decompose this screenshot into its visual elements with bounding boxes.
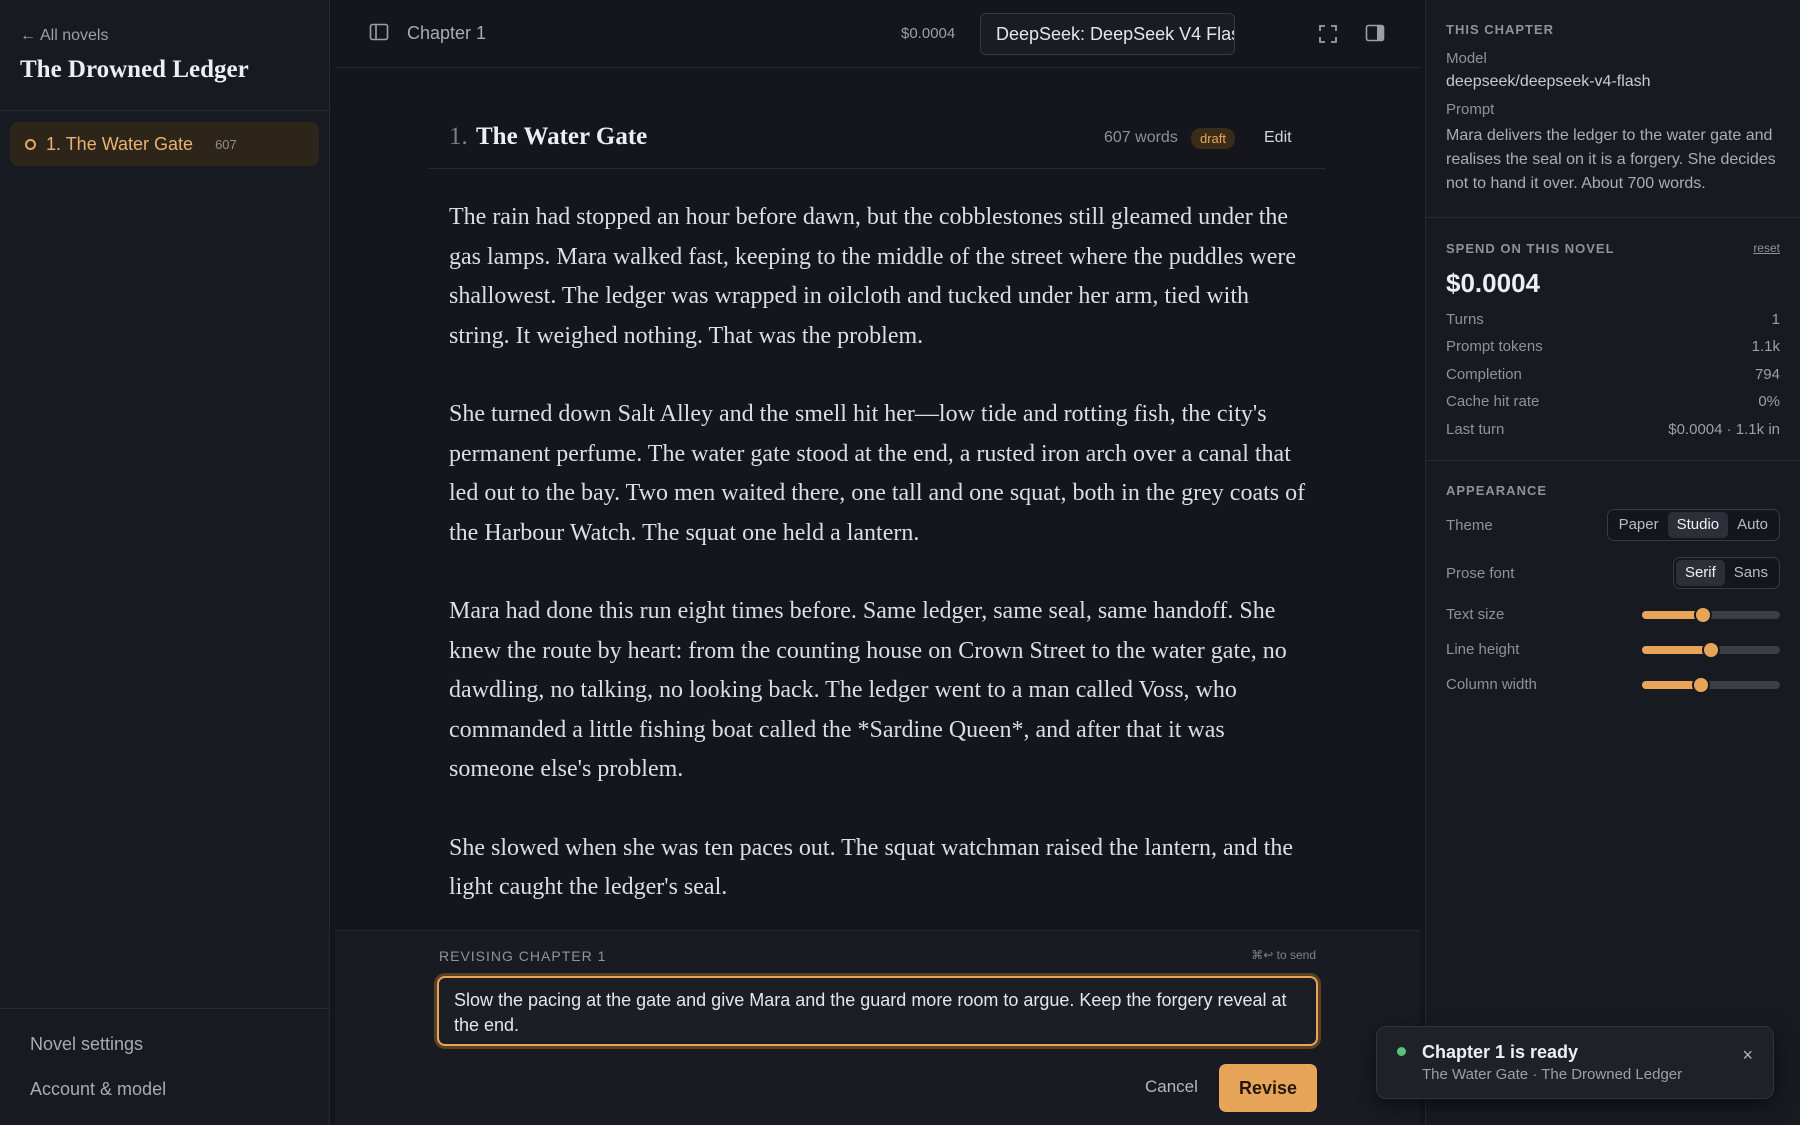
- line-height-slider[interactable]: [1642, 641, 1780, 659]
- status-badge: draft: [1191, 128, 1236, 149]
- stat-label: Completion: [1446, 366, 1522, 383]
- theme-option-studio[interactable]: Studio: [1667, 512, 1729, 538]
- toast-subtitle: The Water Gate · The Drowned Ledger: [1422, 1066, 1683, 1083]
- cost-label: $0.0004: [901, 25, 956, 42]
- appearance-heading: APPEARANCE: [1446, 483, 1548, 498]
- prose-font-selector: Serif Sans: [1672, 557, 1780, 589]
- sidebar-chapter-item[interactable]: 1. The Water Gate 607: [10, 122, 319, 166]
- novel-title: The Drowned Ledger: [20, 56, 249, 83]
- model-select[interactable]: DeepSeek: DeepSeek V4 Flash 0...: [980, 13, 1235, 55]
- revise-button[interactable]: Revise: [1219, 1064, 1317, 1112]
- stat-label: Prompt tokens: [1446, 338, 1543, 355]
- word-count: 607 words: [1104, 129, 1178, 146]
- breadcrumb: Chapter 1: [407, 23, 487, 43]
- theme-option-auto[interactable]: Auto: [1728, 512, 1777, 538]
- prose-paragraph: Mara had done this run eight times befor…: [449, 598, 1287, 782]
- right-panel: THIS CHAPTER Model deepseek/deepseek-v4-…: [1425, 0, 1800, 1125]
- chapter-number: 1.: [449, 123, 468, 150]
- slider-thumb[interactable]: [1693, 606, 1712, 624]
- column-width-slider[interactable]: [1642, 676, 1780, 694]
- top-bar: Chapter 1 $0.0004 DeepSeek: DeepSeek V4 …: [335, 0, 1420, 68]
- reset-link[interactable]: reset: [1753, 241, 1780, 255]
- stat-label: Turns: [1446, 311, 1484, 328]
- prose-font-label: Prose font: [1446, 565, 1515, 582]
- prose-paragraph: She turned down Salt Alley and the smell…: [449, 401, 1306, 546]
- novel-settings-link[interactable]: Novel settings: [30, 1034, 143, 1055]
- all-novels-label: All novels: [40, 27, 109, 44]
- all-novels-link[interactable]: ← All novels: [20, 27, 108, 45]
- divider: [1426, 460, 1800, 461]
- line-height-label: Line height: [1446, 641, 1520, 658]
- spend-total: $0.0004: [1446, 268, 1540, 298]
- text-size-label: Text size: [1446, 606, 1505, 623]
- spend-heading: SPEND ON THIS NOVEL: [1446, 241, 1615, 256]
- stat-value: 1.1k: [1751, 338, 1780, 355]
- arrow-left-icon: ←: [20, 27, 36, 44]
- stat-label: Last turn: [1446, 421, 1505, 438]
- prose-paragraph: The rain had stopped an hour before dawn…: [449, 204, 1297, 349]
- model-value: deepseek/deepseek-v4-flash: [1446, 73, 1651, 90]
- stat-value: 0%: [1758, 393, 1780, 410]
- prompt-label: Prompt: [1446, 101, 1495, 118]
- divider: [0, 1008, 329, 1009]
- chapter-header: 1. The Water Gate 607 words draft Edit: [428, 120, 1326, 169]
- edit-button[interactable]: Edit: [1264, 129, 1292, 147]
- stat-label: Cache hit rate: [1446, 393, 1540, 410]
- theme-selector: Paper Studio Auto: [1606, 509, 1780, 541]
- font-option-serif[interactable]: Serif: [1675, 560, 1725, 586]
- left-sidebar: ← All novels The Drowned Ledger 1. The W…: [0, 0, 330, 1125]
- stat-value: $0.0004 · 1.1k in: [1668, 421, 1780, 438]
- stat-value: 794: [1754, 366, 1780, 383]
- stat-value: 1: [1771, 311, 1780, 328]
- font-option-sans[interactable]: Sans: [1725, 560, 1777, 586]
- theme-option-paper[interactable]: Paper: [1610, 512, 1668, 538]
- column-width-label: Column width: [1446, 676, 1537, 693]
- text-size-slider[interactable]: [1642, 606, 1780, 624]
- slider-thumb[interactable]: [1692, 676, 1711, 694]
- chapter-status-icon: [25, 138, 36, 150]
- chapter-item-word-count: 607: [215, 136, 237, 152]
- this-chapter-heading: THIS CHAPTER: [1446, 22, 1555, 37]
- chapter-item-label: 1. The Water Gate: [46, 133, 194, 154]
- revise-label: REVISING CHAPTER 1: [439, 948, 607, 964]
- send-hint: ⌘↩ to send: [1251, 948, 1316, 962]
- cancel-button[interactable]: Cancel: [1145, 1077, 1198, 1097]
- toast-notification: Chapter 1 is ready The Water Gate · The …: [1376, 1026, 1774, 1099]
- prompt-value: Mara delivers the ledger to the water ga…: [1446, 127, 1776, 192]
- theme-label: Theme: [1446, 517, 1493, 534]
- close-icon[interactable]: ×: [1742, 1045, 1753, 1066]
- model-label: Model: [1446, 50, 1487, 67]
- success-dot-icon: [1397, 1047, 1406, 1056]
- account-model-link[interactable]: Account & model: [30, 1079, 166, 1100]
- prose-paragraph: She slowed when she was ten paces out. T…: [449, 834, 1293, 901]
- revise-input[interactable]: Slow the pacing at the gate and give Mar…: [437, 976, 1318, 1046]
- fullscreen-icon[interactable]: [1318, 24, 1338, 44]
- divider: [1426, 217, 1800, 218]
- divider: [0, 110, 329, 111]
- chapter-title: The Water Gate: [476, 123, 648, 150]
- sidebar-toggle-icon[interactable]: [369, 23, 391, 43]
- toast-title: Chapter 1 is ready: [1422, 1042, 1579, 1062]
- revise-bar: REVISING CHAPTER 1 ⌘↩ to send Slow the p…: [335, 930, 1420, 1125]
- chapter-prose: The rain had stopped an hour before dawn…: [449, 198, 1309, 947]
- slider-fill: [1642, 646, 1711, 654]
- slider-thumb[interactable]: [1702, 641, 1720, 659]
- right-panel-toggle-icon[interactable]: [1365, 24, 1385, 44]
